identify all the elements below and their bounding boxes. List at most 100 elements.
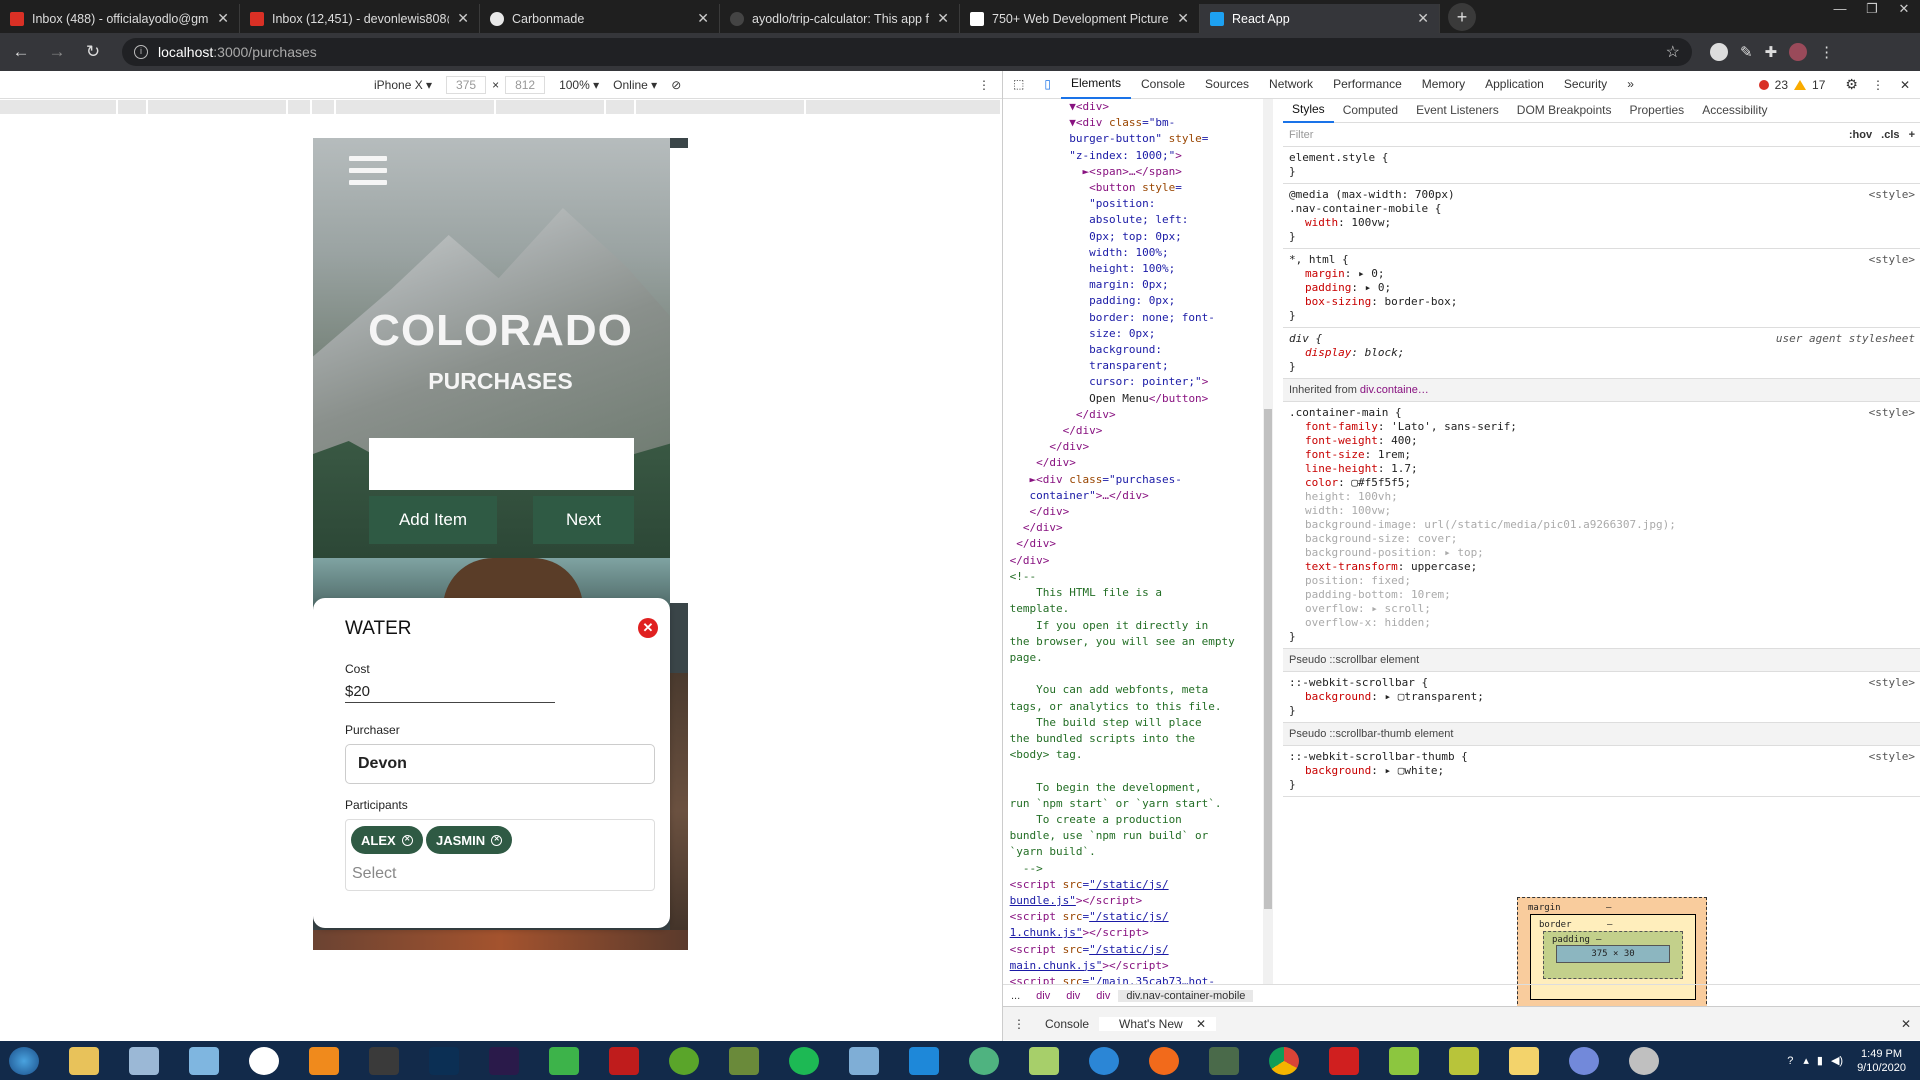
participant-chip[interactable]: ALEX ✕ [351, 826, 423, 854]
css-rule[interactable]: div {user agent stylesheet display: block… [1283, 328, 1920, 379]
volume-icon[interactable]: ◀) [1831, 1054, 1843, 1067]
breadcrumb-item[interactable]: div [1028, 990, 1058, 1002]
participants-select[interactable]: ALEX ✕ JASMIN ✕ Select [345, 819, 655, 891]
inspect-icon[interactable]: ⬚ [1003, 71, 1034, 98]
bookmark-star-icon[interactable]: ☆ [1666, 42, 1680, 62]
avatar[interactable] [1789, 43, 1808, 61]
tab-elements[interactable]: Elements [1060, 70, 1131, 99]
css-rule[interactable]: *, html {<style> margin: ▸ 0; padding: ▸ 0… [1283, 249, 1920, 328]
browser-tab[interactable]: 750+ Web Development Picture ✕ [960, 4, 1200, 33]
chrome-icon[interactable] [1260, 1043, 1308, 1079]
close-drawer-icon[interactable]: ✕ [1891, 1017, 1920, 1031]
close-tab-icon[interactable]: ✕ [1177, 10, 1189, 27]
styles-filter[interactable]: Filter :hov .cls + [1283, 123, 1920, 147]
browser-tab[interactable]: Inbox (488) - officialayodlo@gm ✕ [0, 4, 240, 33]
settings-gear-icon[interactable]: ⚙ [1845, 76, 1858, 93]
subtab-accessibility[interactable]: Accessibility [1693, 99, 1776, 122]
devtools-menu-icon[interactable]: ⋮ [1872, 78, 1884, 92]
css-rule[interactable]: @media (max-width: 700px) .nav-container-… [1283, 184, 1920, 249]
css-rule[interactable]: ::-webkit-scrollbar {<style> background: … [1283, 672, 1920, 723]
hamburger-menu-icon[interactable] [349, 156, 387, 188]
tab-sources[interactable]: Sources [1195, 71, 1259, 98]
stack-icon[interactable] [1440, 1043, 1488, 1079]
vscode-icon[interactable] [900, 1043, 948, 1079]
folder-icon[interactable] [1500, 1043, 1548, 1079]
back-icon[interactable]: ← [6, 42, 36, 62]
remove-chip-icon[interactable]: ✕ [401, 834, 413, 846]
breadcrumb-item[interactable]: div [1058, 990, 1088, 1002]
select-placeholder[interactable]: Select [352, 865, 396, 883]
network-icon[interactable]: ▮ [1817, 1054, 1823, 1067]
device-select[interactable]: iPhone X ▾ [374, 78, 432, 92]
breadcrumb-item[interactable]: div.nav-container-mobile [1118, 989, 1254, 1002]
subtab-event-listeners[interactable]: Event Listeners [1407, 99, 1508, 122]
fl-studio-icon[interactable] [300, 1043, 348, 1079]
dom-tree[interactable]: ▼<div> ▼<div class="bm- burger-button" s… [1003, 99, 1261, 984]
firefox-icon[interactable] [1140, 1043, 1188, 1079]
atom-icon[interactable] [960, 1043, 1008, 1079]
css-rule[interactable]: .container-main {<style> font-family: 'La… [1283, 402, 1920, 649]
filter-input[interactable]: Filter [1289, 128, 1313, 142]
purchaser-field[interactable]: Devon [345, 744, 655, 784]
browser-tab-active[interactable]: React App ✕ [1200, 4, 1440, 33]
start-button[interactable] [0, 1043, 48, 1079]
breadcrumb-item[interactable]: div [1088, 990, 1118, 1002]
restore-icon[interactable]: ❐ [1856, 0, 1888, 18]
drawer-menu-icon[interactable]: ⋮ [1003, 1017, 1035, 1031]
browser-tab[interactable]: Inbox (12,451) - devonlewis808@ ✕ [240, 4, 480, 33]
notes-green-icon[interactable] [1380, 1043, 1428, 1079]
tab-memory[interactable]: Memory [1412, 71, 1475, 98]
after-effects-icon[interactable] [480, 1043, 528, 1079]
close-tab-icon[interactable]: ✕ [457, 10, 469, 27]
issue-counts[interactable]: 23 17 ⚙ ⋮ ✕ [1758, 76, 1920, 93]
add-rule-icon[interactable]: + [1909, 129, 1915, 141]
close-devtools-icon[interactable]: ✕ [1900, 78, 1910, 92]
calculator-icon[interactable] [120, 1043, 168, 1079]
css-rule[interactable]: ::-webkit-scrollbar-thumb {<style> backgr… [1283, 746, 1920, 797]
subtab-styles[interactable]: Styles [1283, 98, 1334, 123]
ie-icon[interactable] [1080, 1043, 1128, 1079]
remove-chip-icon[interactable]: ✕ [491, 834, 503, 846]
tab-application[interactable]: Application [1475, 71, 1554, 98]
close-tab-icon[interactable]: ✕ [1417, 10, 1429, 27]
mp3-icon[interactable] [1320, 1043, 1368, 1079]
height-input[interactable]: 812 [505, 75, 546, 94]
rotate-icon[interactable]: ⊘ [671, 78, 681, 92]
close-tab-icon[interactable]: ✕ [937, 10, 949, 27]
spotify-icon[interactable] [780, 1043, 828, 1079]
drawer-tab-console[interactable]: Console [1035, 1017, 1099, 1031]
extension-icon[interactable] [1710, 43, 1728, 61]
postgres-icon[interactable] [840, 1043, 888, 1079]
width-input[interactable]: 375 [446, 75, 487, 94]
info-icon[interactable]: i [134, 45, 148, 59]
browser-tab[interactable]: ayodlo/trip-calculator: This app f ✕ [720, 4, 960, 33]
dom-tree-scrollbar[interactable] [1263, 99, 1273, 984]
reload-icon[interactable]: ↻ [78, 42, 108, 62]
settings-icon[interactable] [1620, 1043, 1668, 1079]
close-icon[interactable]: ✕ [638, 618, 658, 638]
filezilla-icon[interactable] [600, 1043, 648, 1079]
puzzle-icon[interactable]: ✚ [1765, 43, 1778, 61]
subtab-properties[interactable]: Properties [1620, 99, 1693, 122]
device-toggle-icon[interactable]: ▯ [1034, 71, 1061, 98]
hov-toggle[interactable]: :hov [1849, 129, 1872, 141]
discord-icon[interactable] [1560, 1043, 1608, 1079]
chart-icon[interactable] [1020, 1043, 1068, 1079]
drawer-tab-whats-new[interactable]: What's New ✕ [1099, 1016, 1217, 1031]
pen-icon[interactable]: ✎ [1740, 43, 1753, 61]
tab-security[interactable]: Security [1554, 71, 1617, 98]
close-tab-icon[interactable]: ✕ [697, 10, 709, 27]
next-button[interactable]: Next [533, 496, 634, 544]
tray-arrow-icon[interactable]: ▴ [1803, 1054, 1809, 1067]
new-tab-button[interactable]: + [1448, 3, 1476, 31]
breadcrumb-item[interactable]: ... [1003, 990, 1028, 1002]
css-rule[interactable]: element.style {} [1283, 147, 1920, 184]
git-icon[interactable] [540, 1043, 588, 1079]
item-name-input[interactable] [369, 438, 634, 490]
zoom-select[interactable]: 100% ▾ [559, 78, 599, 92]
more-options-icon[interactable]: ⋮ [978, 78, 990, 92]
photoshop-icon[interactable] [420, 1043, 468, 1079]
clock[interactable]: 1:49 PM 9/10/2020 [1857, 1047, 1906, 1075]
forward-icon[interactable]: → [42, 42, 72, 62]
help-icon[interactable]: ? [1787, 1055, 1793, 1067]
